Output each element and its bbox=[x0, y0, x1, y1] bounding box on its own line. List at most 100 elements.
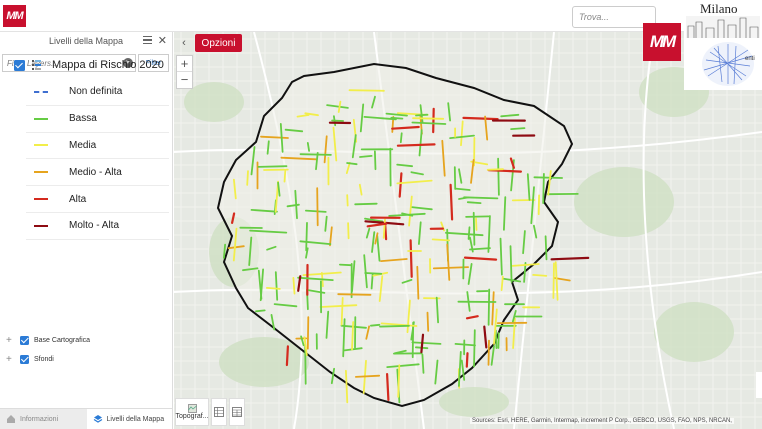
road-segment[interactable] bbox=[473, 329, 476, 368]
road-segment[interactable] bbox=[347, 222, 350, 240]
risk-legend: Non definita Bassa Media Medio - Alta Al… bbox=[26, 79, 169, 240]
map-attribution: Sources: Esri, HERE, Garmin, Intermap, i… bbox=[470, 418, 734, 424]
close-icon[interactable]: ✕ bbox=[158, 34, 167, 47]
layer-title: Mappa di Rischio 2020 bbox=[52, 59, 164, 71]
road-segment[interactable] bbox=[509, 245, 513, 283]
layer-checkbox[interactable] bbox=[20, 354, 29, 364]
legend-swatch bbox=[34, 198, 48, 201]
road-segment[interactable] bbox=[337, 293, 372, 296]
legend-label: Media bbox=[69, 139, 97, 151]
road-segment[interactable] bbox=[463, 196, 499, 200]
panel-title: Livelli della Mappa bbox=[48, 36, 124, 46]
road-segment[interactable] bbox=[533, 176, 564, 179]
road-segment[interactable] bbox=[431, 238, 451, 242]
road-segment[interactable] bbox=[373, 150, 377, 171]
options-button[interactable]: Opzioni bbox=[195, 34, 242, 52]
road-segment[interactable] bbox=[283, 170, 287, 183]
road-segment[interactable] bbox=[266, 140, 270, 155]
layer-label: Sfondi bbox=[34, 355, 54, 363]
road-segment[interactable] bbox=[544, 235, 548, 261]
legend-item: Bassa bbox=[26, 106, 169, 133]
basemap-icon bbox=[187, 404, 197, 413]
expand-icon[interactable]: + bbox=[6, 354, 20, 365]
legend-label: Medio - Alta bbox=[69, 166, 122, 178]
layer-checkbox[interactable] bbox=[20, 335, 29, 345]
road-segment[interactable] bbox=[550, 256, 590, 261]
road-segment[interactable] bbox=[415, 113, 429, 117]
road-segment[interactable] bbox=[386, 373, 390, 401]
road-segment[interactable] bbox=[397, 364, 401, 398]
road-segment[interactable] bbox=[399, 132, 403, 144]
road-segment[interactable] bbox=[421, 353, 425, 374]
road-segment[interactable] bbox=[466, 201, 482, 205]
road-segment[interactable] bbox=[346, 162, 358, 166]
road-segment[interactable] bbox=[497, 157, 500, 196]
road-segment[interactable] bbox=[432, 107, 435, 134]
road-segment[interactable] bbox=[475, 217, 478, 231]
road-segment[interactable] bbox=[340, 296, 344, 326]
road-segment[interactable] bbox=[354, 202, 378, 206]
road-segment[interactable] bbox=[494, 329, 498, 350]
road-segment[interactable] bbox=[306, 142, 311, 152]
road-segment[interactable] bbox=[266, 286, 281, 290]
road-segment[interactable] bbox=[379, 324, 410, 328]
road-segment[interactable] bbox=[305, 221, 308, 252]
road-segment[interactable] bbox=[396, 143, 436, 147]
tab-livelli[interactable]: Livelli della Mappa bbox=[87, 409, 174, 429]
road-segment[interactable] bbox=[338, 263, 352, 267]
table-toggle-button[interactable] bbox=[229, 398, 245, 426]
road-segment[interactable] bbox=[359, 155, 373, 158]
road-segment[interactable] bbox=[532, 273, 548, 277]
road-segment[interactable] bbox=[487, 339, 490, 366]
road-segment[interactable] bbox=[364, 272, 383, 275]
road-segment[interactable] bbox=[465, 215, 490, 218]
layer-checkbox[interactable] bbox=[14, 59, 25, 71]
road-segment[interactable] bbox=[223, 243, 226, 259]
road-segment[interactable] bbox=[354, 374, 381, 378]
table-icon bbox=[232, 407, 242, 417]
road-segment[interactable] bbox=[409, 239, 413, 278]
road-segment[interactable] bbox=[465, 352, 469, 368]
road-segment[interactable] bbox=[369, 323, 381, 327]
home-icon bbox=[7, 415, 15, 423]
road-segment[interactable] bbox=[552, 262, 555, 299]
road-segment[interactable] bbox=[486, 168, 504, 171]
road-segment[interactable] bbox=[331, 119, 345, 122]
road-segment[interactable] bbox=[510, 127, 526, 130]
road-segment[interactable] bbox=[351, 321, 355, 351]
legend-label: Alta bbox=[69, 193, 87, 205]
basemap-button[interactable]: Topograf... bbox=[175, 398, 209, 426]
road-segment[interactable] bbox=[487, 288, 491, 326]
expand-icon[interactable]: + bbox=[6, 335, 20, 346]
road-segment[interactable] bbox=[500, 275, 504, 292]
road-segment[interactable] bbox=[426, 311, 430, 332]
map-canvas[interactable] bbox=[174, 32, 762, 429]
road-segment[interactable] bbox=[348, 89, 385, 92]
zoom-control: + − bbox=[176, 55, 193, 89]
road-segment[interactable] bbox=[449, 183, 454, 221]
list-icon[interactable] bbox=[143, 36, 152, 44]
road-segment[interactable] bbox=[416, 265, 420, 300]
road-segment[interactable] bbox=[390, 116, 404, 120]
panel-header: Livelli della Mappa ✕ bbox=[0, 32, 172, 50]
road-segment[interactable] bbox=[257, 165, 288, 168]
road-segment[interactable] bbox=[346, 194, 349, 207]
road-segment[interactable] bbox=[299, 153, 332, 156]
map-view[interactable] bbox=[174, 32, 762, 429]
road-segment[interactable] bbox=[306, 316, 310, 350]
road-segment[interactable] bbox=[246, 170, 249, 186]
tab-informazioni[interactable]: Informazioni bbox=[0, 409, 87, 429]
mm-logo[interactable]: MM bbox=[3, 5, 26, 27]
scrollbar[interactable] bbox=[756, 372, 762, 398]
chevron-left-icon[interactable]: ‹ bbox=[176, 35, 192, 51]
zoom-out-button[interactable]: − bbox=[177, 72, 192, 88]
road-segment[interactable] bbox=[462, 116, 499, 121]
mm-brand-logo[interactable]: MM bbox=[643, 23, 681, 61]
road-segment[interactable] bbox=[255, 309, 266, 313]
zoom-in-button[interactable]: + bbox=[177, 56, 192, 72]
road-segment[interactable] bbox=[316, 187, 319, 227]
legend-toggle-button[interactable] bbox=[211, 398, 227, 426]
road-segment[interactable] bbox=[292, 276, 296, 295]
road-segment[interactable] bbox=[412, 117, 445, 120]
road-segment[interactable] bbox=[285, 345, 290, 367]
